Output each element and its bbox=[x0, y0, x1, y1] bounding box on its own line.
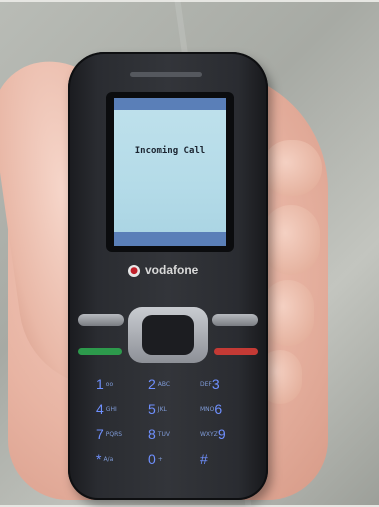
keypad-row-4: * A/a 0 + # bbox=[90, 449, 250, 474]
key-letters: JKL bbox=[157, 406, 167, 413]
key-5[interactable]: 5 JKL bbox=[148, 399, 167, 421]
status-bar bbox=[114, 98, 226, 110]
key-2[interactable]: 2 ABC bbox=[148, 374, 170, 396]
key-3[interactable]: DEF3 bbox=[198, 374, 220, 396]
key-letters: WXYZ bbox=[200, 431, 218, 438]
key-letters: TUV bbox=[157, 431, 170, 438]
key-6[interactable]: MNO6 bbox=[198, 399, 222, 421]
key-letters: oo bbox=[105, 381, 114, 388]
earpiece-speaker bbox=[130, 72, 202, 77]
key-digit: 5 bbox=[148, 401, 156, 417]
keypad: 1 oo 2 ABC DEF3 4 GHI 5 JKL MNO6 7 PQRS 8 TUV … bbox=[90, 374, 250, 474]
key-letters: MNO bbox=[200, 406, 215, 413]
phone-screen: Incoming Call bbox=[114, 98, 226, 246]
key-digit: 0 bbox=[148, 451, 156, 467]
key-7[interactable]: 7 PQRS bbox=[96, 424, 122, 446]
photo-top-edge bbox=[0, 0, 379, 2]
finger-1 bbox=[262, 140, 322, 196]
key-digit: 8 bbox=[148, 426, 156, 442]
keypad-row-3: 7 PQRS 8 TUV WXYZ9 bbox=[90, 424, 250, 449]
key-star[interactable]: * A/a bbox=[96, 449, 113, 471]
key-hash[interactable]: # bbox=[198, 449, 208, 471]
key-letters: A/a bbox=[103, 456, 114, 463]
key-letters: + bbox=[157, 456, 163, 463]
key-9[interactable]: WXYZ9 bbox=[198, 424, 226, 446]
key-digit: 3 bbox=[211, 376, 220, 392]
keypad-row-1: 1 oo 2 ABC DEF3 bbox=[90, 374, 250, 399]
key-0[interactable]: 0 + bbox=[148, 449, 163, 471]
center-select-key[interactable] bbox=[142, 315, 194, 355]
end-call-key[interactable] bbox=[214, 348, 258, 355]
key-1[interactable]: 1 oo bbox=[96, 374, 113, 396]
finger-2 bbox=[262, 205, 320, 275]
finger-3 bbox=[262, 280, 314, 346]
vodafone-logo-icon: ● bbox=[128, 265, 140, 277]
key-digit: 6 bbox=[214, 401, 223, 417]
key-8[interactable]: 8 TUV bbox=[148, 424, 170, 446]
key-letters: ABC bbox=[157, 381, 171, 388]
key-letters: GHI bbox=[105, 406, 117, 413]
key-4[interactable]: 4 GHI bbox=[96, 399, 117, 421]
right-softkey[interactable] bbox=[212, 314, 258, 326]
brand-name: vodafone bbox=[145, 263, 199, 277]
key-digit: 9 bbox=[217, 426, 226, 442]
key-digit: 1 bbox=[96, 376, 104, 392]
keypad-row-2: 4 GHI 5 JKL MNO6 bbox=[90, 399, 250, 424]
key-digit: 4 bbox=[96, 401, 104, 417]
key-digit: # bbox=[200, 451, 208, 467]
call-key[interactable] bbox=[78, 348, 122, 355]
incoming-call-message: Incoming Call bbox=[134, 146, 206, 156]
softkey-bar bbox=[114, 232, 226, 246]
key-digit: * bbox=[96, 451, 102, 467]
key-letters: DEF bbox=[200, 381, 212, 388]
mobile-phone: Incoming Call ● vodafone 1 oo 2 ABC DEF3 4… bbox=[68, 52, 268, 500]
key-digit: 7 bbox=[96, 426, 104, 442]
key-letters: PQRS bbox=[105, 431, 123, 438]
left-softkey[interactable] bbox=[78, 314, 124, 326]
key-digit: 2 bbox=[148, 376, 156, 392]
